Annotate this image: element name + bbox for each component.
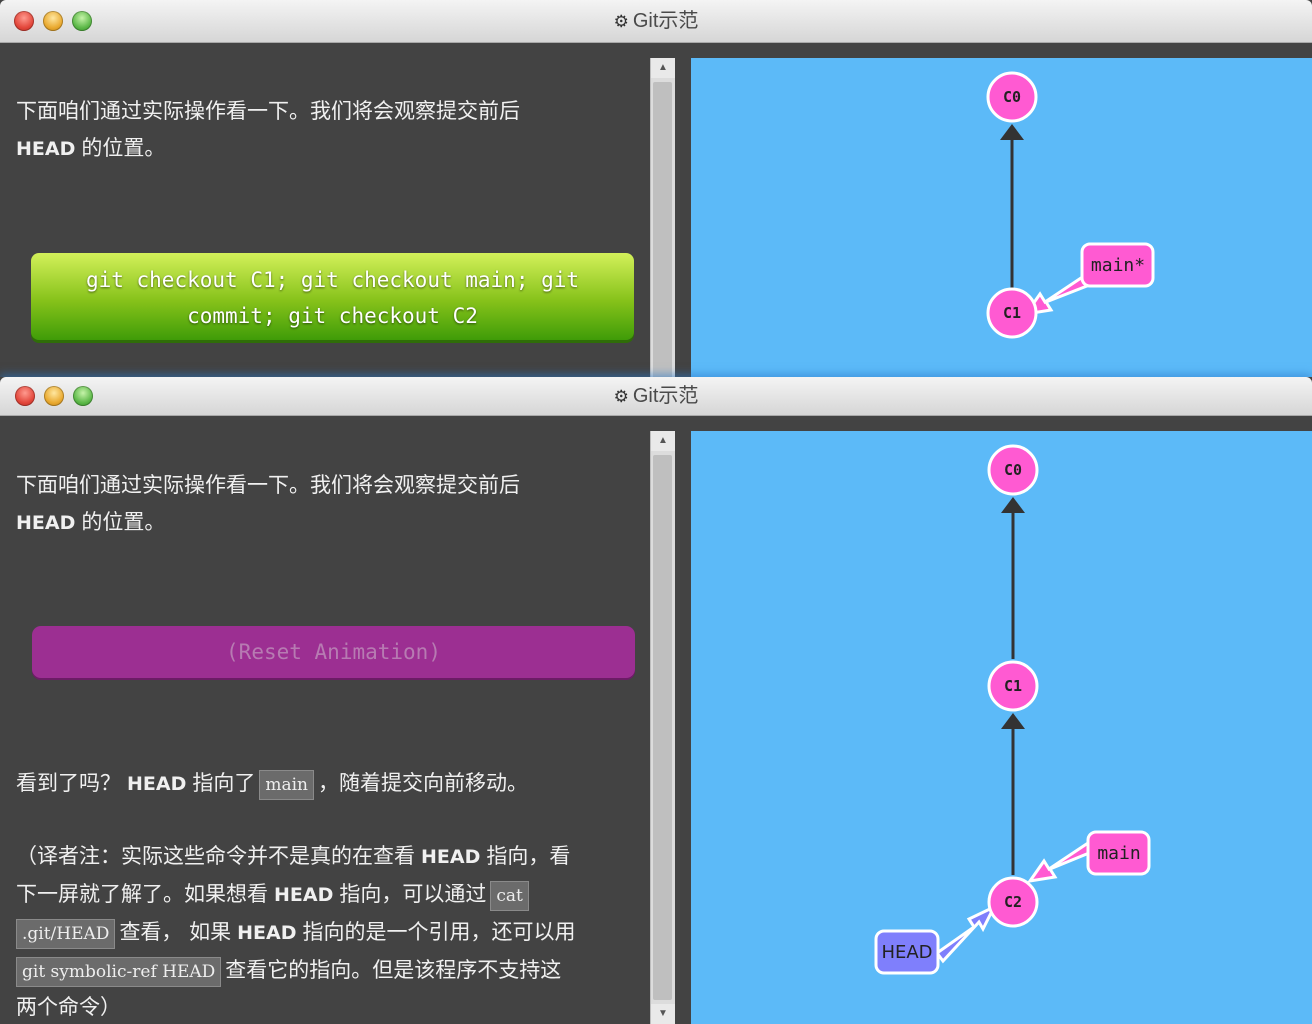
gear-icon: ⚙ xyxy=(613,12,629,31)
branch-label-main: main xyxy=(1086,830,1151,876)
inline-code: git symbolic-ref HEAD xyxy=(16,956,222,987)
head-arrow-icon xyxy=(934,903,998,964)
commit-node-c1: C1 xyxy=(987,660,1039,712)
inline-code: .git/HEAD xyxy=(16,918,116,949)
intro-text: 下面咱们通过实际操作看一下。我们将会观察提交前后 HEAD 的位置。 xyxy=(16,99,520,160)
title-bar[interactable]: ⚙ Git示范 xyxy=(0,0,1312,43)
gear-icon: ⚙ xyxy=(613,387,629,406)
title-bar[interactable]: ⚙ Git示范 xyxy=(0,377,1312,416)
commit-node-c0: C0 xyxy=(987,444,1039,496)
scroll-thumb[interactable] xyxy=(653,82,672,377)
inline-code: main xyxy=(259,769,315,800)
instruction-pane: 下面咱们通过实际操作看一下。我们将会观察提交前后 HEAD 的位置。 看到了吗？ H… xyxy=(0,416,650,1024)
git-graph-canvas: C0 C1 C2 main HEAD xyxy=(691,431,1312,1024)
svg-text:C1: C1 xyxy=(1004,677,1022,695)
scroll-down-icon[interactable]: ▼ xyxy=(651,1004,675,1024)
demo-window-top: ⚙ Git示范 下面咱们通过实际操作看一下。我们将会观察提交前后 HEAD 的位置。… xyxy=(0,0,1312,377)
scroll-thumb[interactable] xyxy=(653,455,672,1000)
scroll-up-icon[interactable]: ▲ xyxy=(651,58,675,78)
commit-node-c0: C0 xyxy=(986,71,1038,123)
svg-text:C2: C2 xyxy=(1004,893,1022,911)
svg-text:C1: C1 xyxy=(1003,304,1021,322)
scrollbar[interactable]: ▲ ▼ xyxy=(650,431,675,1024)
demo-window-bottom: ⚙ Git示范 下面咱们通过实际操作看一下。我们将会观察提交前后 HEAD 的位置。… xyxy=(0,377,1312,1024)
parent-arrow-icon xyxy=(1001,713,1025,729)
svg-text:C0: C0 xyxy=(1004,461,1022,479)
scroll-up-icon[interactable]: ▲ xyxy=(651,431,675,451)
translator-note: （译者注：实际这些命令并不是真的在查看 HEAD 指向，看 下一屏就了解了。如果想看… xyxy=(16,844,576,1019)
inline-code: cat xyxy=(490,880,529,911)
window-title: ⚙ Git示范 xyxy=(613,10,699,32)
commit-node-c1: C1 xyxy=(986,287,1038,339)
window-title: ⚙ Git示范 xyxy=(613,385,699,407)
run-command-button[interactable]: git checkout C1; git checkout main; git … xyxy=(31,253,634,340)
reset-animation-button[interactable]: (Reset Animation) xyxy=(32,626,635,678)
parent-arrow-icon xyxy=(1000,124,1024,140)
svg-text:HEAD: HEAD xyxy=(881,942,932,963)
branch-label-main: main* xyxy=(1080,242,1155,288)
svg-text:C0: C0 xyxy=(1003,88,1021,106)
branch-arrow-icon xyxy=(1026,840,1097,884)
explanation-paragraph: 看到了吗？ HEAD 指向了 main ，随着提交向前移动。 xyxy=(16,765,652,803)
svg-text:main*: main* xyxy=(1091,255,1145,276)
command-line-2: commit; git checkout C2 xyxy=(187,304,478,328)
command-line-1: git checkout C1; git checkout main; git xyxy=(85,268,580,292)
commit-node-c2: C2 xyxy=(987,876,1039,928)
svg-text:main: main xyxy=(1097,843,1140,864)
intro-text: 下面咱们通过实际操作看一下。我们将会观察提交前后 HEAD 的位置。 xyxy=(16,473,520,534)
head-label: HEAD xyxy=(874,929,940,975)
parent-arrow-icon xyxy=(1001,497,1025,513)
git-graph-canvas: C0 C1 main* xyxy=(691,58,1312,377)
scrollbar[interactable]: ▲ xyxy=(650,58,675,377)
